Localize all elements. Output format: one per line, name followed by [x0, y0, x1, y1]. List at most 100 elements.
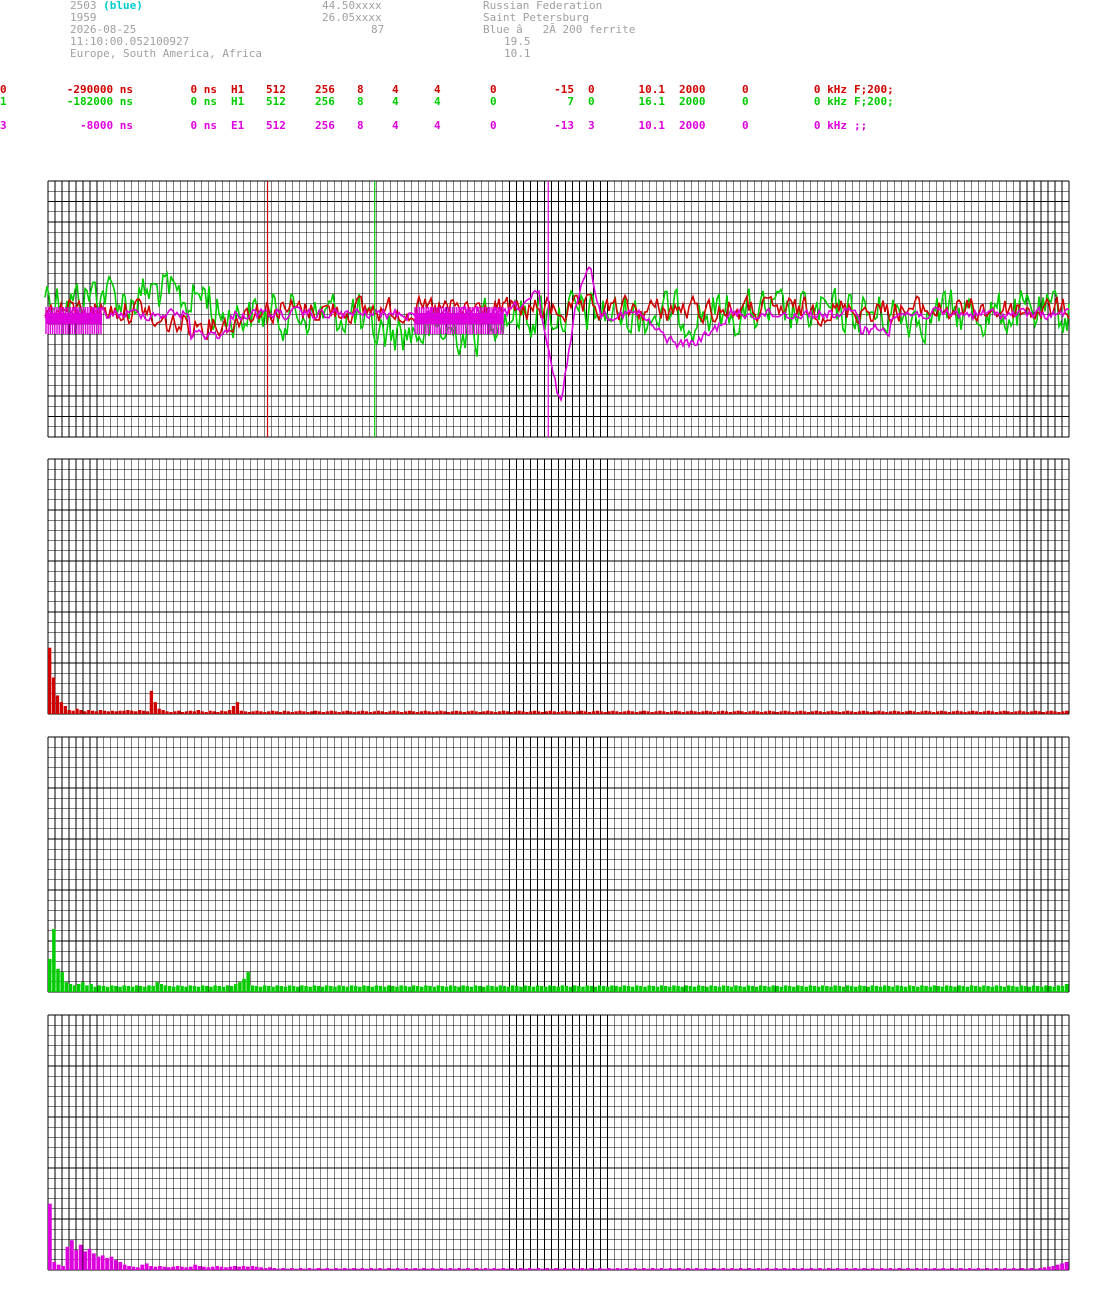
spectrum-bar-ch3: [492, 1268, 497, 1270]
spectrum-bar-ch3: [606, 1268, 611, 1270]
spectrum-bar-ch3: [628, 1268, 633, 1270]
spectrum-bar-ch3: [963, 1268, 968, 1270]
spectrum-bar-ch0: [345, 710, 349, 714]
spectrum-bar-ch0: [63, 706, 67, 714]
spectrum-bar-ch0: [791, 712, 795, 714]
spectrum-bar-ch3: [945, 1268, 950, 1270]
spectrum-bar-ch3: [637, 1268, 642, 1270]
spectrum-bar-ch0: [388, 711, 392, 714]
spectrum-bar-ch0: [1045, 711, 1049, 714]
spectrum-bar-ch0: [666, 712, 670, 714]
spectrum-bar-ch1: [907, 985, 912, 992]
spectrum-bar-ch0: [51, 677, 56, 714]
spectrum-bar-ch3: [483, 1268, 488, 1270]
spectrum-bar-ch1: [1011, 986, 1015, 992]
spectrum-bar-ch0: [701, 711, 705, 714]
spectrum-bar-ch0: [975, 711, 979, 714]
spectrum-bar-ch3: [813, 1268, 818, 1270]
spectrum-bar-ch0: [423, 710, 427, 714]
spectrum-bar-ch1: [296, 986, 300, 992]
spectrum-bar-ch3: [320, 1268, 325, 1270]
spectrum-bar-ch0: [200, 711, 204, 714]
spectrum-bar-ch1: [758, 985, 763, 992]
spectrum-bar-ch3: [879, 1268, 884, 1270]
spectrum-bar-ch0: [98, 710, 103, 714]
spectrum-bar-ch0: [251, 711, 255, 714]
spectrum-bar-ch0: [802, 711, 807, 714]
spectrum-bar-ch3: [840, 1268, 844, 1270]
spectrum-bar-ch1: [572, 985, 577, 992]
spectrum-bar-ch3: [782, 1268, 787, 1270]
spectrum-bar-ch0: [642, 710, 646, 714]
spectrum-bar-ch0: [720, 710, 725, 714]
spectrum-bar-ch1: [353, 986, 358, 992]
spectrum-bar-ch0: [227, 710, 232, 714]
spectrum-bar-ch0: [728, 712, 732, 714]
spectrum-bar-ch3: [611, 1268, 616, 1270]
spectrum-bar-ch3: [413, 1268, 418, 1270]
plots-canvas: [44, 180, 1070, 1271]
spectrum-bar-ch0: [889, 711, 893, 714]
spectrum-bar-ch0: [212, 711, 216, 714]
spectrum-bar-ch1: [709, 985, 713, 992]
spectrum-bar-ch3: [65, 1246, 70, 1270]
spectrum-bar-ch1: [482, 986, 486, 992]
spectrum-bar-ch3: [694, 1268, 699, 1270]
spectrum-bar-ch1: [730, 986, 734, 992]
spectrum-bar-ch1: [738, 986, 742, 992]
spectrum-bar-ch0: [509, 712, 513, 714]
spectrum-bar-ch1: [721, 985, 726, 992]
spectrum-bar-ch0: [892, 710, 897, 714]
spectrum-bar-ch0: [1029, 711, 1034, 714]
spectrum-grid-ch0: [47, 458, 1070, 715]
spectrum-bar-ch3: [540, 1268, 545, 1270]
spectrum-bar-ch1: [924, 986, 928, 992]
spectrum-bar-ch3: [857, 1268, 862, 1270]
spectrum-bar-ch3: [127, 1266, 131, 1270]
spectrum-bar-ch1: [1002, 986, 1007, 992]
spectrum-bar-ch1: [76, 984, 81, 992]
spectrum-bar-ch3: [232, 1266, 237, 1270]
spectrum-bar-ch3: [699, 1268, 704, 1270]
spectrum-bar-ch1: [882, 985, 887, 992]
spectrum-bar-ch1: [118, 986, 122, 992]
spectrum-bar-ch0: [325, 711, 330, 714]
spectrum-bar-ch0: [1014, 711, 1018, 714]
spectrum-bar-ch1: [854, 986, 858, 992]
spectrum-bar-ch0: [662, 711, 666, 714]
spectrum-bar-ch0: [181, 712, 185, 714]
spectrum-bar-ch0: [838, 712, 842, 714]
spectrum-bar-ch1: [469, 986, 474, 992]
spectrum-bar-ch0: [462, 712, 466, 714]
spectrum-bar-ch3: [659, 1268, 664, 1270]
spectrum-bar-ch1: [916, 986, 920, 992]
spectrum-bar-ch0: [713, 712, 717, 714]
spectrum-bar-ch0: [349, 711, 353, 714]
spectrum-bar-ch1: [320, 986, 325, 992]
spectrum-bar-ch0: [149, 690, 154, 714]
spectrum-bar-ch0: [587, 712, 592, 714]
spectrum-bar-ch3: [518, 1268, 523, 1270]
spectrum-bar-ch3: [505, 1268, 510, 1270]
spectrum-bar-ch0: [540, 712, 545, 714]
spectrum-bar-ch0: [196, 710, 200, 714]
spectrum-bar-ch1: [845, 985, 850, 992]
spectrum-bar-ch3: [923, 1268, 928, 1270]
spectrum-bar-ch0: [955, 710, 959, 714]
spectrum-bar-ch1: [870, 985, 875, 992]
spectrum-bar-ch1: [750, 986, 755, 992]
spectrum-bar-ch1: [453, 986, 457, 992]
spectrum-bar-ch1: [147, 985, 151, 992]
spectrum-bar-ch1: [386, 985, 391, 992]
spectrum-bar-ch1: [279, 986, 283, 992]
spectrum-bar-ch0: [990, 711, 995, 714]
spectrum-bar-ch1: [138, 986, 143, 992]
spectrum-bar-ch1: [668, 986, 672, 992]
spectrum-bar-ch1: [994, 985, 999, 992]
spectrum-bar-ch1: [250, 985, 255, 992]
spectrum-bar-ch3: [444, 1268, 448, 1270]
spectrum-bar-ch0: [853, 712, 858, 714]
spectrum-bar-ch1: [820, 985, 825, 992]
spectrum-bar-ch0: [59, 702, 64, 714]
spectrum-bar-ch3: [1024, 1268, 1029, 1270]
